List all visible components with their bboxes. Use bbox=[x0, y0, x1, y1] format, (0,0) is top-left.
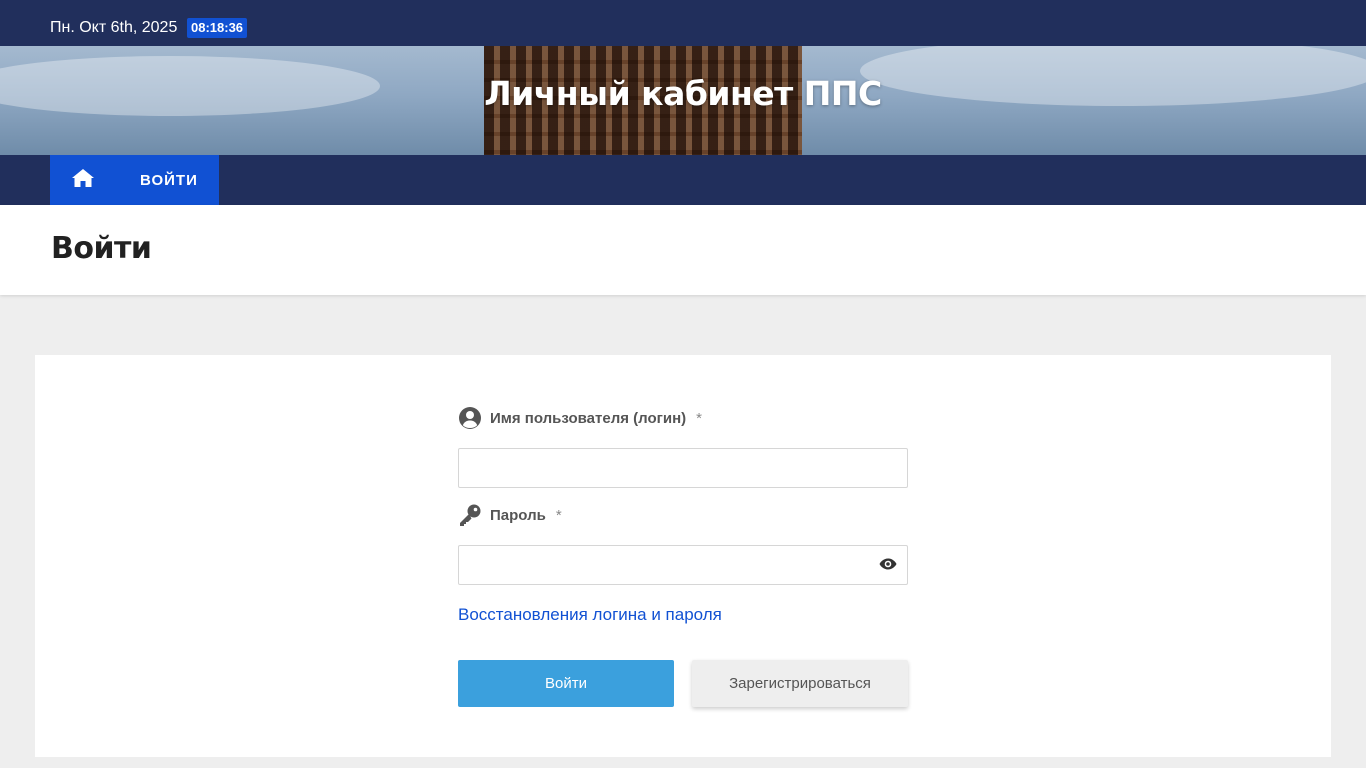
page-header: Войти bbox=[0, 205, 1366, 295]
recover-credentials-link[interactable]: Восстановления логина и пароля bbox=[458, 605, 722, 625]
password-label-text: Пароль bbox=[490, 506, 546, 524]
username-input[interactable] bbox=[459, 449, 907, 487]
password-input[interactable] bbox=[459, 546, 907, 584]
key-icon bbox=[458, 503, 482, 527]
username-label-text: Имя пользователя (логин) bbox=[490, 409, 687, 427]
password-field-wrapper bbox=[458, 545, 908, 585]
home-icon bbox=[71, 168, 95, 193]
required-asterisk: * bbox=[555, 506, 562, 524]
page-title: Войти bbox=[51, 231, 152, 266]
header-banner: Личный кабинет ППС bbox=[0, 46, 1366, 155]
show-password-toggle[interactable] bbox=[879, 558, 897, 574]
eye-icon bbox=[879, 557, 897, 575]
top-bar: Пн. Окт 6th, 2025 08:18:36 bbox=[0, 0, 1366, 46]
site-title[interactable]: Личный кабинет ППС bbox=[0, 74, 1366, 113]
current-time-badge: 08:18:36 bbox=[187, 18, 248, 38]
nav-home-button[interactable] bbox=[50, 155, 116, 205]
nav-item-login[interactable]: ВОЙТИ bbox=[140, 172, 198, 189]
username-field-wrapper bbox=[458, 448, 908, 488]
user-circle-icon bbox=[458, 406, 482, 430]
password-label: Пароль * bbox=[458, 503, 562, 527]
username-label: Имя пользователя (логин) * bbox=[458, 406, 702, 430]
login-submit-button[interactable]: Войти bbox=[458, 660, 674, 707]
register-button[interactable]: Зарегистрироваться bbox=[692, 660, 908, 707]
main-navigation: ВОЙТИ bbox=[0, 155, 1366, 205]
required-asterisk: * bbox=[696, 409, 703, 427]
current-date: Пн. Окт 6th, 2025 bbox=[50, 19, 178, 36]
